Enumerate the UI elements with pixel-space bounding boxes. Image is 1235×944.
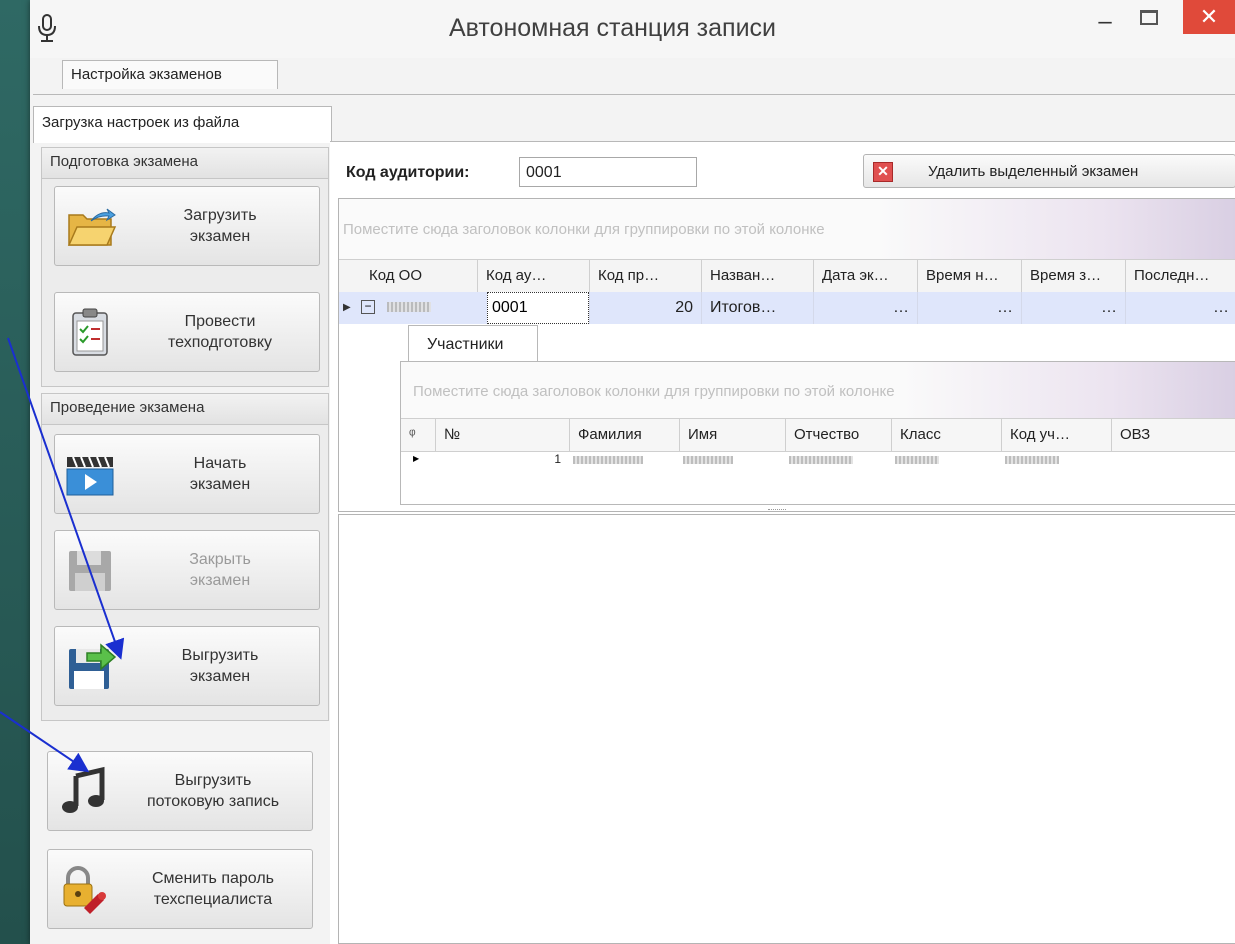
search-icon[interactable]: ᵠ bbox=[401, 419, 435, 451]
video-play-icon bbox=[66, 456, 114, 496]
tab-participants[interactable]: Участники bbox=[408, 325, 538, 361]
auditorium-label: Код аудитории: bbox=[346, 164, 470, 181]
participants-grid: Поместите сюда заголовок колонки для гру… bbox=[400, 361, 1235, 505]
col-header-aud[interactable]: Код ау… bbox=[477, 260, 589, 292]
tab-exam-settings[interactable]: Настройка экзаменов bbox=[62, 60, 278, 89]
window-title: Автономная станция записи bbox=[448, 14, 777, 42]
delete-exam-label: Удалить выделенный экзамен bbox=[928, 163, 1139, 180]
tab-load-settings[interactable]: Загрузка настроек из файла bbox=[33, 106, 332, 143]
col-header-number[interactable]: № bbox=[435, 419, 569, 451]
tech-prep-label: Провести техподготовку bbox=[168, 313, 272, 351]
group-header-conduct: Проведение экзамена bbox=[42, 394, 328, 425]
participant-row[interactable]: ▶ 1 bbox=[401, 452, 1235, 470]
col-header-surname[interactable]: Фамилия bbox=[569, 419, 679, 451]
col-header-last[interactable]: Последн… bbox=[1125, 260, 1235, 292]
row-indicator-icon: ▶ bbox=[413, 454, 420, 463]
delete-icon: ✕ bbox=[873, 162, 893, 182]
group-exam-conduct: Проведение экзамена Начать экзамен Закры… bbox=[41, 393, 329, 721]
lock-key-icon bbox=[63, 866, 106, 914]
cell-date[interactable]: … bbox=[813, 292, 917, 324]
redacted-value bbox=[573, 456, 643, 464]
col-header-time-end[interactable]: Время з… bbox=[1021, 260, 1125, 292]
tech-prep-button[interactable]: Провести техподготовку bbox=[54, 292, 320, 372]
app-window: Автономная станция записи – ✕ Настройка … bbox=[30, 0, 1235, 944]
close-exam-label: Закрыть экзамен bbox=[189, 551, 251, 589]
start-exam-label: Начать экзамен bbox=[189, 455, 251, 493]
cell-time-end[interactable]: … bbox=[1021, 292, 1125, 324]
exams-grid: Поместите сюда заголовок колонки для гру… bbox=[338, 198, 1235, 512]
music-note-icon bbox=[62, 766, 105, 813]
cell-name: Итогов… bbox=[701, 292, 813, 324]
tab-divider bbox=[33, 94, 1235, 95]
col-header-class[interactable]: Класс bbox=[891, 419, 1001, 451]
redacted-value bbox=[387, 302, 431, 312]
clipboard-checklist-icon bbox=[72, 308, 108, 356]
redacted-value bbox=[1005, 456, 1059, 464]
maximize-button[interactable] bbox=[1130, 6, 1164, 42]
folder-open-icon bbox=[67, 208, 117, 246]
cell-time-start[interactable]: … bbox=[917, 292, 1021, 324]
grid-header: Код ОО Код ау… Код пр… Назван… Дата эк… … bbox=[339, 259, 1235, 293]
log-panel bbox=[338, 514, 1235, 944]
desktop-background bbox=[0, 0, 30, 944]
auditorium-input[interactable]: 0001 bbox=[519, 157, 697, 187]
redacted-value bbox=[895, 456, 939, 464]
export-stream-label: Выгрузить потоковую запись bbox=[146, 772, 280, 810]
close-exam-button[interactable]: Закрыть экзамен bbox=[54, 530, 320, 610]
load-exam-label: Загрузить экзамен bbox=[183, 207, 257, 245]
col-header-subject[interactable]: Код пр… bbox=[589, 260, 701, 292]
cell-auditorium-selected[interactable]: 0001 bbox=[487, 292, 589, 324]
group-header-preparation: Подготовка экзамена bbox=[42, 148, 328, 179]
detail-view: Участники Поместите сюда заголовок колон… bbox=[400, 325, 1235, 511]
participants-group-by-panel[interactable]: Поместите сюда заголовок колонки для гру… bbox=[401, 362, 1235, 418]
col-header-name[interactable]: Назван… bbox=[701, 260, 813, 292]
participants-header: ᵠ № Фамилия Имя Отчество Класс Код уч… О… bbox=[401, 418, 1235, 452]
maximize-icon bbox=[1140, 10, 1158, 25]
table-row[interactable]: 20 Итогов… … … … … bbox=[339, 292, 1235, 324]
floppy-disk-export-icon bbox=[69, 643, 117, 689]
col-header-time-start[interactable]: Время н… bbox=[917, 260, 1021, 292]
col-header-participant-code[interactable]: Код уч… bbox=[1001, 419, 1111, 451]
collapse-icon[interactable]: − bbox=[361, 300, 375, 314]
redacted-value bbox=[789, 456, 853, 464]
row-indicator-icon: ▶ bbox=[343, 302, 351, 313]
delete-exam-button[interactable]: ✕ Удалить выделенный экзамен bbox=[863, 154, 1235, 188]
change-password-button[interactable]: Сменить пароль техспециалиста bbox=[47, 849, 313, 929]
close-button[interactable]: ✕ bbox=[1183, 0, 1235, 34]
col-header-firstname[interactable]: Имя bbox=[679, 419, 785, 451]
redacted-value bbox=[683, 456, 733, 464]
change-password-label: Сменить пароль техспециалиста bbox=[151, 870, 274, 908]
group-exam-preparation: Подготовка экзамена Загрузить экзамен Пр… bbox=[41, 147, 329, 387]
participant-number: 1 bbox=[554, 452, 561, 466]
sidebar: Подготовка экзамена Загрузить экзамен Пр… bbox=[33, 143, 330, 943]
col-header-ovz[interactable]: ОВЗ bbox=[1111, 419, 1221, 451]
floppy-disk-icon bbox=[69, 551, 111, 591]
export-stream-button[interactable]: Выгрузить потоковую запись bbox=[47, 751, 313, 831]
col-header-patronymic[interactable]: Отчество bbox=[785, 419, 891, 451]
title-bar: Автономная станция записи – ✕ bbox=[30, 0, 1235, 58]
start-exam-button[interactable]: Начать экзамен bbox=[54, 434, 320, 514]
load-exam-button[interactable]: Загрузить экзамен bbox=[54, 186, 320, 266]
export-exam-label: Выгрузить экзамен bbox=[181, 647, 259, 685]
cell-last[interactable]: … bbox=[1125, 292, 1235, 324]
minimize-button[interactable]: – bbox=[1087, 8, 1123, 44]
col-header-date[interactable]: Дата эк… bbox=[813, 260, 917, 292]
export-exam-button[interactable]: Выгрузить экзамен bbox=[54, 626, 320, 706]
col-header-oo[interactable]: Код ОО bbox=[361, 260, 477, 292]
main-content: Код аудитории: 0001 ✕ Удалить выделенный… bbox=[330, 142, 1235, 944]
group-by-panel[interactable]: Поместите сюда заголовок колонки для гру… bbox=[339, 199, 1235, 259]
cell-subject-code: 20 bbox=[589, 292, 701, 324]
